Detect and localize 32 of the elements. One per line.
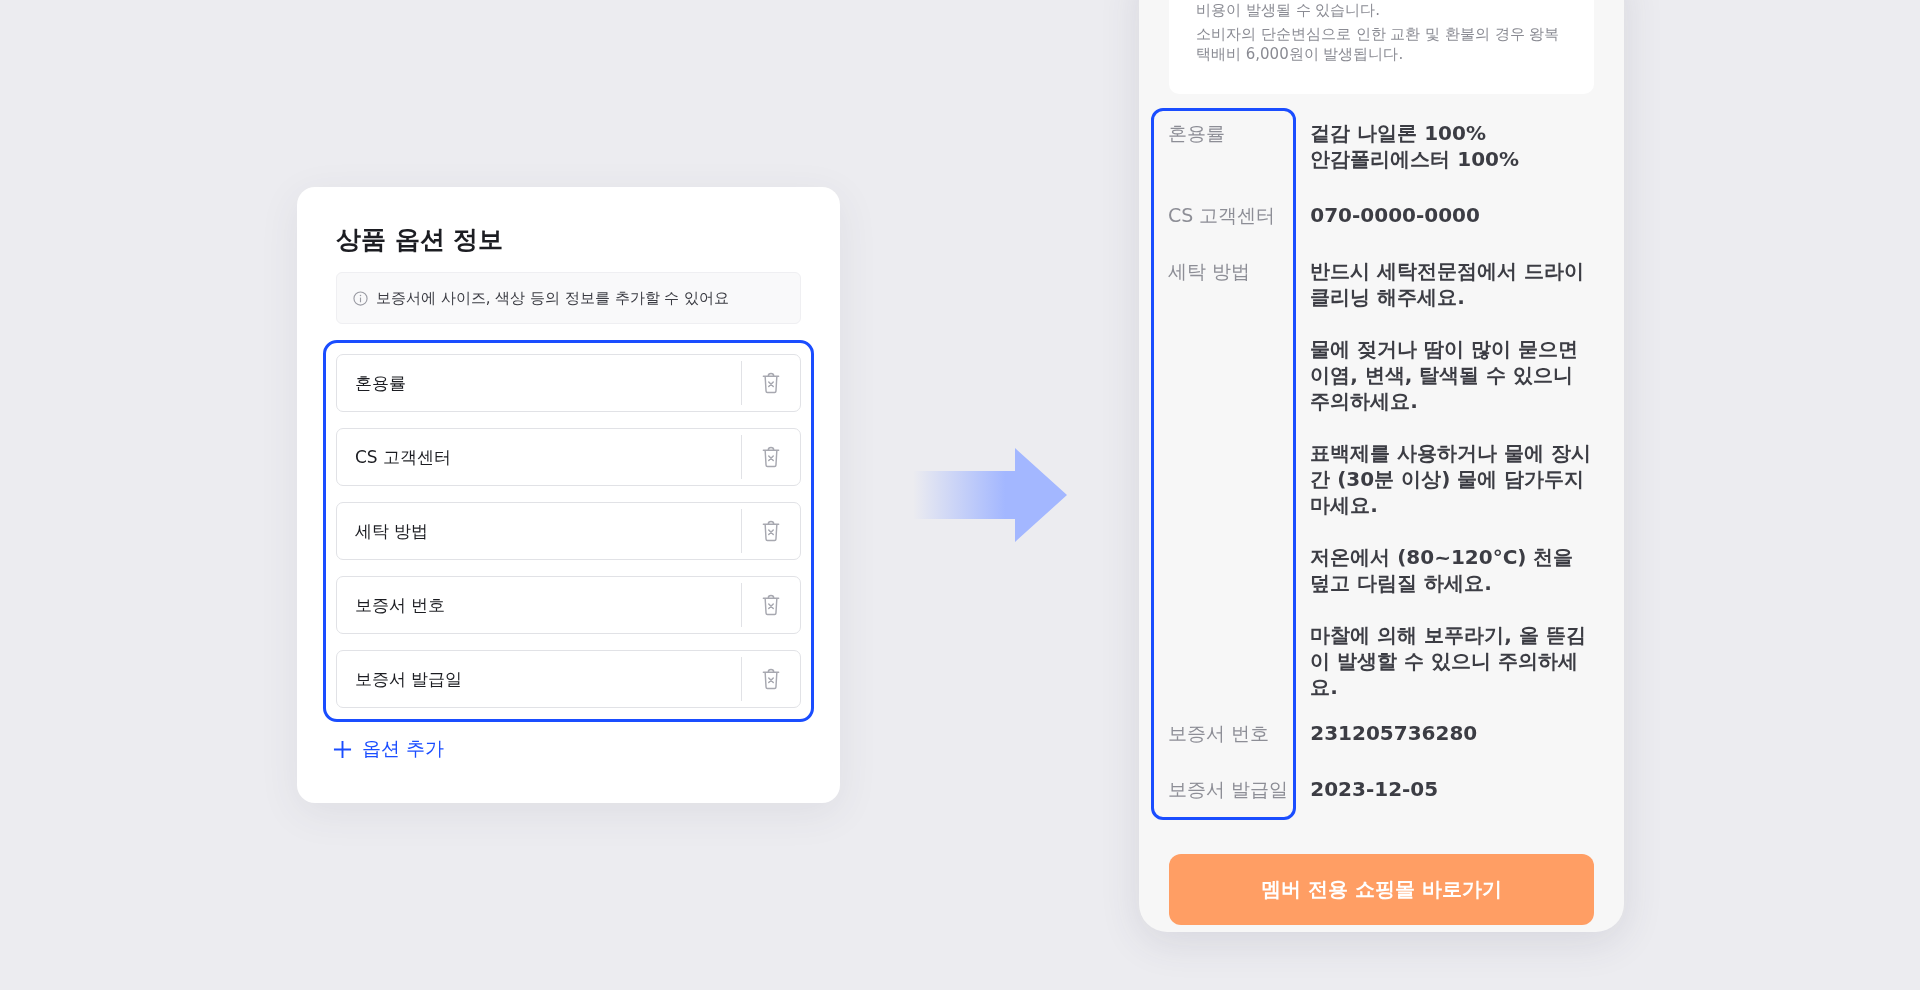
row-value: 겉감 나일론 100%: [1310, 120, 1487, 146]
row-label: 세탁 방법: [1168, 260, 1251, 282]
row-label: 보증서 발급일: [1168, 778, 1289, 800]
row-value: 표백제를 사용하거나 물에 장시간 (30분 이상) 물에 담가두지 마세요.: [1310, 440, 1593, 518]
row-label: 혼용률: [1168, 122, 1225, 144]
trash-icon: [762, 446, 780, 468]
plus-icon: [333, 739, 352, 759]
trash-icon: [762, 668, 780, 690]
trash-icon: [762, 372, 780, 394]
row-value: 물에 젖거나 땀이 많이 묻으면 이염, 변색, 탈색될 수 있으니 주의하세요.: [1310, 336, 1580, 414]
option-field[interactable]: CS 고객센터: [337, 445, 741, 469]
add-option-button[interactable]: 옵션 추가: [333, 732, 445, 766]
trash-icon: [762, 520, 780, 542]
row-value: 안감폴리에스터 100%: [1310, 146, 1520, 172]
info-icon: [353, 290, 368, 306]
row-value: 070-0000-0000: [1310, 202, 1481, 228]
row-value: 마찰에 의해 보푸라기, 올 뜯김이 발생할 수 있으니 주의하세요.: [1310, 622, 1587, 700]
notice-text: 비용이 발생될 수 있습니다.: [1196, 0, 1382, 20]
row-value: 2023-12-05: [1310, 776, 1440, 802]
option-field[interactable]: 보증서 발급일: [337, 667, 741, 691]
notice-text: 소비자의 단순변심으로 인한 교환 및 환불의 경우 왕복 택배비 6,000원이 발생됩니다.: [1196, 24, 1561, 64]
row-value: 저온에서 (80~120°C) 천을 덮고 다림질 하세요.: [1310, 544, 1575, 596]
option-field[interactable]: 보증서 번호: [337, 593, 741, 617]
row-value: 반드시 세탁전문점에서 드라이 클리닝 해주세요.: [1310, 258, 1586, 310]
option-field[interactable]: 혼용률: [337, 371, 741, 395]
card-title: 상품 옵션 정보: [336, 224, 505, 256]
row-label: 보증서 번호: [1168, 722, 1270, 744]
option-field[interactable]: 세탁 방법: [337, 519, 741, 543]
row-value: 231205736280: [1310, 720, 1479, 746]
info-text: 보증서에 사이즈, 색상 등의 정보를 추가할 수 있어요: [376, 288, 730, 308]
trash-icon: [762, 594, 780, 616]
row-label: CS 고객센터: [1168, 204, 1276, 226]
